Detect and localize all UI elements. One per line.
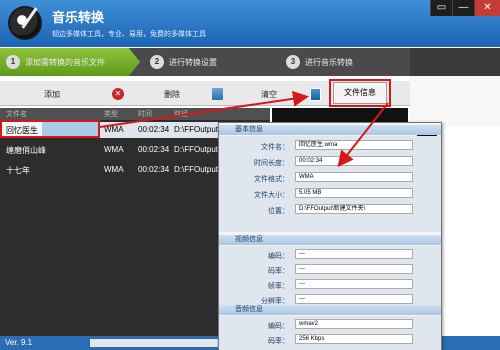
row-type: WMA [104, 125, 124, 134]
field-label: 位置： [268, 208, 289, 215]
row-type: WMA [104, 145, 124, 154]
trash-icon [212, 88, 223, 100]
delete-label: 删除 [164, 89, 180, 99]
column-name[interactable]: 文件名 [6, 109, 27, 119]
row-time: 00:02:34 [138, 125, 170, 134]
step-add-files[interactable]: 1 添加需转换的音乐文件 [0, 48, 140, 76]
basic-info-section: 文件名： 回忆医生.wma 时间长度： 00:02:34 文件格式： WMA 文… [219, 136, 441, 232]
step-label: 添加需转换的音乐文件 [25, 57, 105, 67]
step-convert-music[interactable]: 3 进行音乐转换 [286, 48, 406, 76]
file-info-dialog: ✕ 基本信息 文件名： 回忆医生.wma 时间长度： 00:02:34 文件格式… [218, 122, 442, 350]
close-button[interactable]: ✕ [474, 0, 500, 16]
app-subtitle: 韧边多媒体工具，专业、易用，免费的多媒体工具 [52, 31, 206, 38]
delete-icon: ✕ [112, 88, 124, 100]
video-info-section: 编码： --- 码率： --- 帧率： --- 分辨率： --- [219, 246, 441, 308]
column-path[interactable]: 路径 [174, 109, 188, 119]
highlight-box-selected-file [0, 120, 100, 138]
restore-button[interactable]: ▭ [430, 0, 452, 16]
app-title: 音乐转换 [52, 10, 105, 25]
framerate-field[interactable]: --- [295, 279, 413, 289]
clear-button[interactable]: 清空 [212, 85, 277, 103]
field-label: 时间长度： [254, 160, 289, 167]
filename-field[interactable]: 回忆医生.wma [295, 140, 413, 150]
row-path: D:\FFOutput\ [174, 125, 221, 134]
add-button[interactable]: 添加 [44, 85, 60, 103]
add-label: 添加 [44, 89, 60, 99]
app-logo-icon [8, 6, 42, 40]
audio-codec-field[interactable]: wmav2 [295, 319, 413, 329]
row-time: 00:02:34 [138, 165, 170, 174]
audio-info-header: 音频信息 [219, 305, 441, 315]
field-label: 文件格式： [254, 176, 289, 183]
right-panel [410, 76, 500, 126]
video-codec-field[interactable]: --- [295, 249, 413, 259]
row-type: WMA [104, 165, 124, 174]
version-label: Ver. 9.1 [5, 338, 33, 347]
step-label: 进行音乐转换 [305, 57, 353, 67]
row-path: D:\FFOutput\ [174, 165, 221, 174]
field-label: 编码： [268, 323, 289, 330]
column-type[interactable]: 类型 [104, 109, 118, 119]
audio-info-section: 编码： wmav2 码率： 256 Kbps [219, 316, 441, 350]
field-label: 帧率： [268, 283, 289, 290]
step-number: 3 [286, 55, 300, 69]
field-label: 文件名： [261, 144, 289, 151]
step-label: 进行转换设置 [169, 57, 217, 67]
field-label: 码率： [268, 268, 289, 275]
window-controls: ▭ — ✕ [430, 0, 500, 16]
row-path: D:\FFOutput\ [174, 145, 221, 154]
duration-field[interactable]: 00:02:34 [295, 156, 413, 166]
basic-info-header: 基本信息 [219, 125, 441, 135]
step-number: 2 [150, 55, 164, 69]
filesize-field[interactable]: 5.05 MB [295, 188, 413, 198]
video-info-header: 视频信息 [219, 235, 441, 245]
row-time: 00:02:34 [138, 145, 170, 154]
field-label: 码率： [268, 338, 289, 345]
file-info-icon-button[interactable] [310, 85, 325, 103]
row-name: 缠磨俏山峰 [6, 146, 46, 155]
minimize-button[interactable]: — [452, 0, 474, 16]
file-info-icon [310, 87, 321, 101]
location-field[interactable]: D:\FFOutput\新建文件夹\ [295, 204, 413, 214]
steps-right-panel [410, 48, 500, 76]
step-number: 1 [6, 55, 20, 69]
resolution-field[interactable]: --- [295, 294, 413, 304]
delete-button[interactable]: ✕ 删除 [112, 85, 180, 103]
audio-bitrate-field[interactable]: 256 Kbps [295, 334, 413, 344]
column-time[interactable]: 时间 [138, 109, 152, 119]
step-bar: 1 添加需转换的音乐文件 2 进行转换设置 3 进行音乐转换 [0, 48, 410, 76]
clear-label: 清空 [261, 89, 277, 99]
step-convert-settings[interactable]: 2 进行转换设置 [150, 48, 270, 76]
highlight-box-file-info [329, 79, 391, 107]
file-list-header: 文件名 类型 时间 路径 [0, 108, 270, 120]
field-label: 文件大小： [254, 192, 289, 199]
format-field[interactable]: WMA [295, 172, 413, 182]
row-name: 十七年 [6, 166, 30, 175]
video-bitrate-field[interactable]: --- [295, 264, 413, 274]
field-label: 编码： [268, 253, 289, 260]
title-bar: 音乐转换 韧边多媒体工具，专业、易用，免费的多媒体工具 ▭ — ✕ [0, 0, 500, 47]
